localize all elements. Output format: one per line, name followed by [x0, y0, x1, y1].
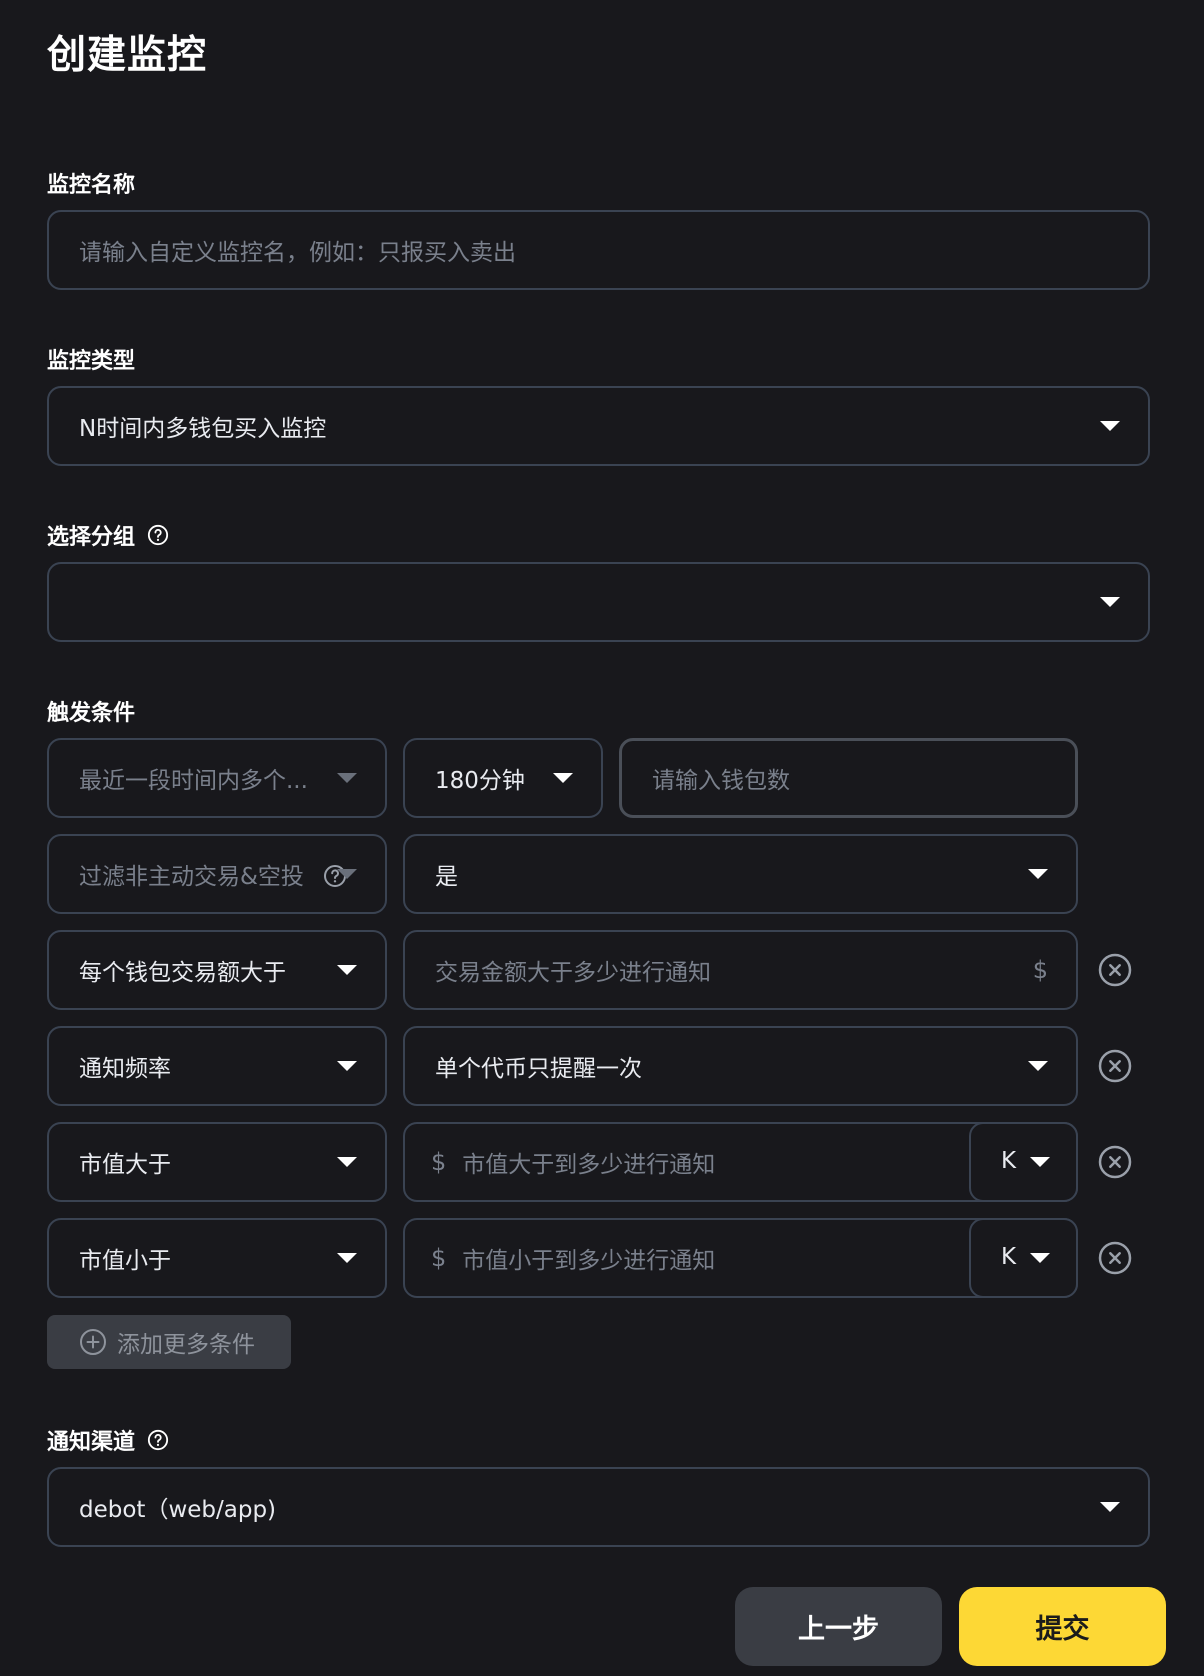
chevron-down-icon [337, 965, 357, 975]
unit-select[interactable]: K [969, 1122, 1078, 1202]
dollar-icon: $ [431, 1244, 447, 1272]
notify-channel-select[interactable]: debot（web/app) [47, 1467, 1150, 1547]
condition-type-value: 通知频率 [79, 1056, 171, 1082]
unit-value: K [1001, 1148, 1017, 1174]
plus-circle-icon [80, 1329, 106, 1355]
channel-label: 通知渠道 [47, 1424, 169, 1456]
submit-button[interactable]: 提交 [959, 1587, 1166, 1666]
filter-value-select[interactable]: 是 [403, 834, 1078, 914]
market-cap-max-placeholder: 市值小于到多少进行通知 [462, 1248, 716, 1274]
chevron-down-icon [337, 869, 357, 879]
add-condition-button[interactable]: 添加更多条件 [47, 1315, 291, 1369]
wallet-count-input[interactable]: 请输入钱包数 [619, 738, 1078, 818]
group-label: 选择分组 [47, 519, 169, 551]
condition-type-select-4[interactable]: 通知频率 [47, 1026, 387, 1106]
chevron-down-icon [1028, 869, 1048, 879]
chevron-down-icon [1030, 1253, 1050, 1263]
filter-value: 是 [435, 864, 458, 890]
market-cap-min-placeholder: 市值大于到多少进行通知 [462, 1152, 716, 1178]
unit-select[interactable]: K [969, 1218, 1078, 1298]
chevron-down-icon [337, 773, 357, 783]
condition-type-value: 过滤非主动交易&空投 [79, 864, 304, 890]
monitor-name-input[interactable]: 请输入自定义监控名，例如：只报买入卖出 [47, 210, 1150, 290]
help-icon[interactable] [147, 524, 169, 546]
time-window-value: 180分钟 [435, 768, 525, 794]
condition-type-select-3[interactable]: 每个钱包交易额大于 [47, 930, 387, 1010]
condition-type-value: 市值小于 [79, 1248, 171, 1274]
dollar-icon: $ [1032, 956, 1048, 984]
add-condition-label: 添加更多条件 [117, 1332, 255, 1358]
trade-amount-input[interactable]: 交易金额大于多少进行通知 $ [403, 930, 1078, 1010]
chevron-down-icon [1100, 1502, 1120, 1512]
condition-type-value: 每个钱包交易额大于 [79, 960, 286, 986]
name-label: 监控名称 [47, 173, 136, 198]
remove-condition-icon[interactable] [1098, 1241, 1132, 1275]
notify-channel-value: debot（web/app) [79, 1497, 277, 1523]
time-window-select[interactable]: 180分钟 [403, 738, 603, 818]
dollar-icon: $ [431, 1148, 447, 1176]
monitor-type-value: N时间内多钱包买入监控 [79, 416, 327, 442]
condition-type-select-1[interactable]: 最近一段时间内多个... [47, 738, 387, 818]
chevron-down-icon [1100, 421, 1120, 431]
previous-step-button[interactable]: 上一步 [735, 1587, 942, 1666]
chevron-down-icon [337, 1253, 357, 1263]
condition-type-select-6[interactable]: 市值小于 [47, 1218, 387, 1298]
unit-value: K [1001, 1244, 1017, 1270]
chevron-down-icon [337, 1157, 357, 1167]
trigger-label: 触发条件 [47, 701, 136, 726]
help-icon[interactable] [147, 1429, 169, 1451]
remove-condition-icon[interactable] [1098, 1145, 1132, 1179]
chevron-down-icon [1028, 1061, 1048, 1071]
remove-condition-icon[interactable] [1098, 1049, 1132, 1083]
notify-frequency-select[interactable]: 单个代币只提醒一次 [403, 1026, 1078, 1106]
type-label: 监控类型 [47, 349, 136, 374]
remove-condition-icon[interactable] [1098, 953, 1132, 987]
trade-amount-placeholder: 交易金额大于多少进行通知 [435, 960, 711, 986]
condition-type-select-5[interactable]: 市值大于 [47, 1122, 387, 1202]
chevron-down-icon [337, 1061, 357, 1071]
group-select[interactable] [47, 562, 1150, 642]
wallet-count-placeholder: 请输入钱包数 [652, 768, 790, 794]
monitor-type-select[interactable]: N时间内多钱包买入监控 [47, 386, 1150, 466]
page-title: 创建监控 [47, 33, 208, 78]
chevron-down-icon [1030, 1157, 1050, 1167]
notify-frequency-value: 单个代币只提醒一次 [435, 1056, 642, 1082]
chevron-down-icon [553, 773, 573, 783]
condition-type-value: 市值大于 [79, 1152, 171, 1178]
chevron-down-icon [1100, 597, 1120, 607]
condition-type-value: 最近一段时间内多个... [79, 768, 308, 794]
condition-type-select-2[interactable]: 过滤非主动交易&空投 [47, 834, 387, 914]
monitor-name-placeholder: 请输入自定义监控名，例如：只报买入卖出 [79, 240, 516, 266]
